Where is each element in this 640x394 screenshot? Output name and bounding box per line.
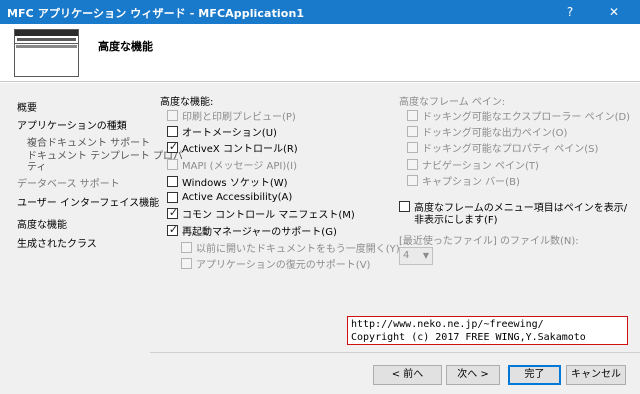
watermark-box: http://www.neko.ne.jp/~freewing/ Copyrig… bbox=[347, 316, 628, 345]
nav-item-database[interactable]: データベース サポート bbox=[17, 175, 120, 190]
nav-item-ui-features[interactable]: ユーザー インターフェイス機能 bbox=[17, 194, 159, 209]
print-preview-checkbox[interactable]: 印刷と印刷プレビュー(P) bbox=[167, 108, 296, 123]
nav-item-doc-template-cont[interactable]: ティ bbox=[27, 158, 46, 173]
check-icon: ✓ bbox=[168, 222, 179, 236]
nav-item-app-type[interactable]: アプリケーションの種類 bbox=[17, 117, 127, 132]
page-heading: 高度な機能 bbox=[98, 40, 153, 53]
mru-count-select[interactable]: 4 ▼ bbox=[399, 247, 433, 265]
app-recovery-checkbox[interactable]: アプリケーションの復元のサポート(V) bbox=[181, 256, 370, 271]
wizard-nav: 概要 アプリケーションの種類 複合ドキュメント サポート ドキュメント テンプレ… bbox=[0, 83, 183, 394]
restart-manager-checkbox[interactable]: ✓ 再起動マネージャーのサポート(G) bbox=[167, 222, 337, 238]
advanced-features-label: 高度な機能: bbox=[160, 97, 214, 108]
watermark-url: http://www.neko.ne.jp/~freewing/ bbox=[351, 319, 544, 330]
back-button[interactable]: < 前へ bbox=[373, 365, 442, 385]
watermark-copyright: Copyright (c) 2017 FREE WING,Y.Sakamoto bbox=[351, 332, 586, 343]
common-controls-manifest-checkbox[interactable]: ✓ コモン コントロール マニフェスト(M) bbox=[167, 205, 355, 221]
nav-item-advanced[interactable]: 高度な機能 bbox=[17, 216, 67, 231]
caption-bar-checkbox[interactable]: キャプション バー(B) bbox=[407, 173, 520, 188]
activex-checkbox[interactable]: ✓ ActiveX コントロール(R) bbox=[167, 139, 298, 155]
mru-count-value: 4 bbox=[403, 250, 410, 261]
navigation-pane-checkbox[interactable]: ナビゲーション ペイン(T) bbox=[407, 157, 539, 172]
window-title: MFC アプリケーション ウィザード - MFCApplication1 bbox=[7, 7, 305, 20]
cancel-button[interactable]: キャンセル bbox=[566, 365, 626, 385]
active-accessibility-checkbox[interactable]: Active Accessibility(A) bbox=[167, 190, 292, 204]
wizard-body: 概要 アプリケーションの種類 複合ドキュメント サポート ドキュメント テンプレ… bbox=[0, 83, 640, 394]
footer-divider bbox=[150, 352, 640, 353]
windows-sockets-checkbox[interactable]: Windows ソケット(W) bbox=[167, 174, 288, 189]
close-button[interactable]: ✕ bbox=[598, 0, 630, 24]
advanced-frame-panes-label: 高度なフレーム ペイン: bbox=[399, 97, 506, 108]
properties-pane-checkbox[interactable]: ドッキング可能なプロパティ ペイン(S) bbox=[407, 140, 598, 155]
nav-item-overview[interactable]: 概要 bbox=[17, 99, 37, 114]
frame-menu-items-label-cont: 非表示にします(F) bbox=[414, 215, 498, 226]
nav-item-generated-classes[interactable]: 生成されたクラス bbox=[17, 235, 97, 250]
check-icon: ✓ bbox=[168, 205, 179, 219]
window-page-icon bbox=[14, 29, 79, 77]
mapi-checkbox[interactable]: MAPI (メッセージ API)(I) bbox=[167, 157, 297, 172]
reopen-documents-checkbox[interactable]: 以前に開いたドキュメントをもう一度開く(Y) bbox=[181, 240, 400, 255]
mru-count-label: [最近使ったファイル] のファイル数(N): bbox=[399, 236, 579, 247]
wizard-header: 高度な機能 bbox=[0, 24, 640, 82]
automation-checkbox[interactable]: オートメーション(U) bbox=[167, 124, 277, 139]
help-button[interactable]: ? bbox=[554, 0, 586, 24]
explorer-pane-checkbox[interactable]: ドッキング可能なエクスプローラー ペイン(D) bbox=[407, 108, 630, 123]
chevron-down-icon: ▼ bbox=[422, 251, 429, 260]
title-bar: MFC アプリケーション ウィザード - MFCApplication1 ? ✕ bbox=[0, 0, 640, 24]
output-pane-checkbox[interactable]: ドッキング可能な出力ペイン(O) bbox=[407, 124, 567, 139]
finish-button[interactable]: 完了 bbox=[508, 365, 561, 385]
options-panel: 高度な機能: 印刷と印刷プレビュー(P) オートメーション(U) ✓ Active… bbox=[150, 83, 640, 353]
check-icon: ✓ bbox=[168, 139, 179, 153]
next-button[interactable]: 次へ > bbox=[446, 365, 500, 385]
